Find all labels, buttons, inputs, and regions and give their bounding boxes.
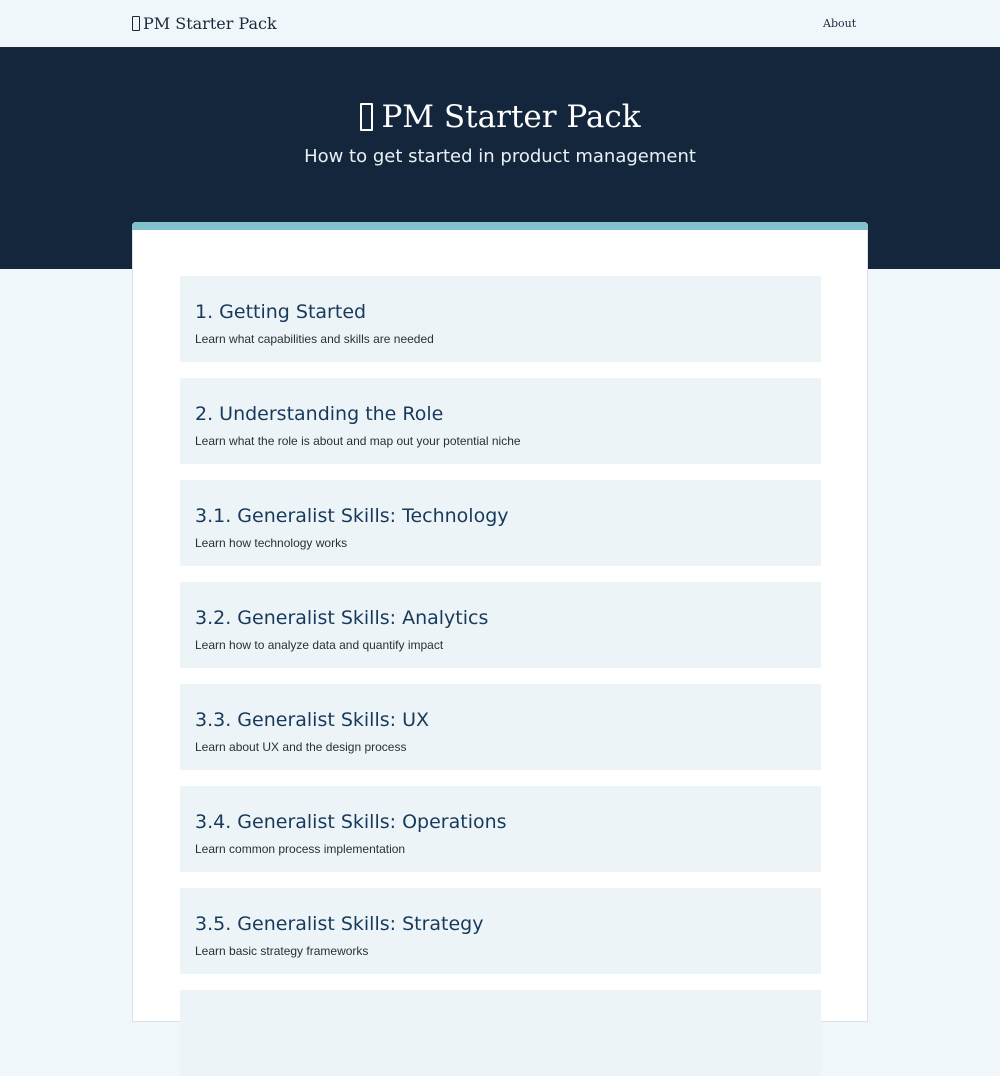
page-title-text: PM Starter Pack [381,99,641,135]
page-subtitle: How to get started in product management [304,146,696,167]
lesson-title: 2. Understanding the Role [195,403,444,425]
lesson-title: 3.4. Generalist Skills: Operations [195,811,507,833]
lesson-item[interactable]: 3.3. Generalist Skills: UX Learn about U… [180,684,821,770]
lesson-description: Learn how technology works [195,536,348,550]
lesson-description: Learn what capabilities and skills are n… [195,332,434,346]
lesson-item[interactable]: 3.4. Generalist Skills: Operations Learn… [180,786,821,872]
about-link[interactable]: About [823,17,856,30]
content-card: 1. Getting Started Learn what capabiliti… [132,222,868,1076]
lesson-item-partial[interactable] [180,990,821,1076]
lesson-description: Learn about UX and the design process [195,740,407,754]
lesson-title: 3.2. Generalist Skills: Analytics [195,607,489,629]
lesson-description: Learn how to analyze data and quantify i… [195,638,444,652]
lesson-item[interactable]: 3.2. Generalist Skills: Analytics Learn … [180,582,821,668]
lesson-title: 3.1. Generalist Skills: Technology [195,505,509,527]
brand-link[interactable]: PM Starter Pack [132,14,277,33]
box-glyph-icon [359,103,374,131]
box-glyph-icon [132,15,140,32]
lesson-list: 1. Getting Started Learn what capabiliti… [180,276,821,1076]
brand-label: PM Starter Pack [143,14,277,33]
lesson-title: 1. Getting Started [195,301,367,323]
lesson-item[interactable]: 3.1. Generalist Skills: Technology Learn… [180,480,821,566]
lesson-title: 3.3. Generalist Skills: UX [195,709,430,731]
card-accent-bar [132,222,868,230]
lesson-description: Learn what the role is about and map out… [195,434,521,448]
lesson-description: Learn common process implementation [195,842,406,856]
lesson-title: 3.5. Generalist Skills: Strategy [195,913,484,935]
top-nav-bar: PM Starter Pack About [0,0,1000,47]
lesson-item[interactable]: 1. Getting Started Learn what capabiliti… [180,276,821,362]
page-title: PM Starter Pack [0,99,1000,135]
lesson-item[interactable]: 2. Understanding the Role Learn what the… [180,378,821,464]
lesson-item[interactable]: 3.5. Generalist Skills: Strategy Learn b… [180,888,821,974]
lesson-description: Learn basic strategy frameworks [195,944,369,958]
